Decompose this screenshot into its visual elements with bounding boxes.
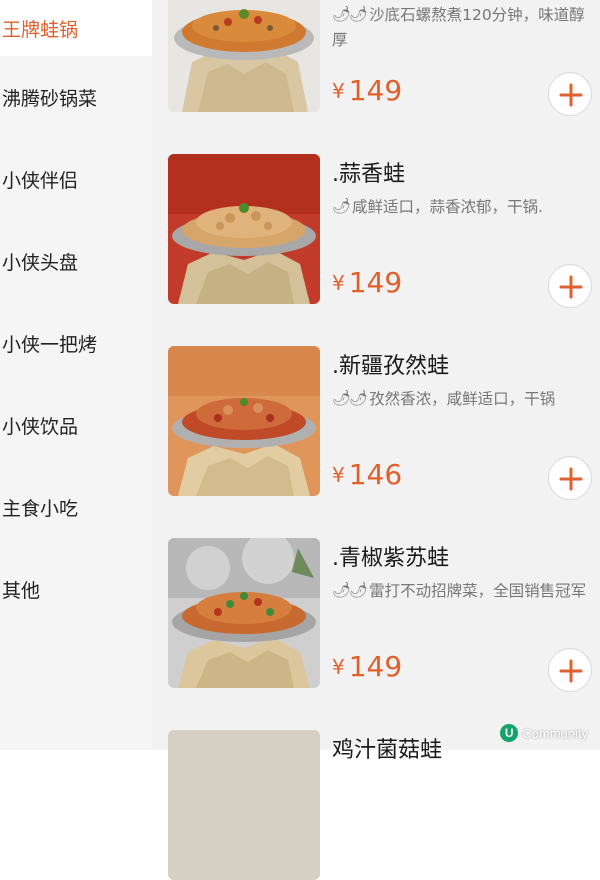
sidebar-item-appetizers[interactable]: 小侠头盘 (0, 220, 152, 302)
add-to-cart-button[interactable] (548, 456, 592, 500)
chili-icon: 🌶 (332, 197, 351, 215)
dish-photo (168, 154, 320, 304)
category-sidebar: 王牌蛙锅 沸腾砂锅菜 小侠伴侣 小侠头盘 小侠一把烤 小侠饮品 主食小吃 其他 (0, 0, 152, 750)
dish-photo (168, 346, 320, 496)
menu-item[interactable]: .青椒紫苏蛙 🌶🌶 雷打不动招牌菜，全国销售冠军 ¥149 (152, 538, 600, 692)
menu-list: 🌶🌶 沙底石螺熬煮120分钟，味道醇厚 ¥149 .蒜香蛙 🌶 咸鲜适口，蒜香浓… (152, 0, 600, 880)
dish-description: 🌶🌶 雷打不动招牌菜，全国销售冠军 (332, 578, 590, 604)
sidebar-item-label: 小侠头盘 (2, 251, 79, 274)
dish-photo (168, 730, 320, 880)
sidebar-item-sizzling-casserole[interactable]: 沸腾砂锅菜 (0, 56, 152, 138)
plus-icon (559, 83, 583, 107)
sidebar-item-signature-frog-pot[interactable]: 王牌蛙锅 (0, 0, 152, 56)
dish-name: .新疆孜然蛙 (332, 354, 449, 379)
add-to-cart-button[interactable] (548, 72, 592, 116)
sidebar-item-grill[interactable]: 小侠一把烤 (0, 302, 152, 384)
community-logo-icon: U (500, 724, 519, 742)
dish-price: ¥146 (332, 458, 403, 491)
watermark: U Community (500, 724, 588, 742)
menu-item[interactable]: 🌶🌶 沙底石螺熬煮120分钟，味道醇厚 ¥149 (152, 0, 600, 116)
dish-photo (168, 538, 320, 688)
sidebar-item-staples-snacks[interactable]: 主食小吃 (0, 466, 152, 548)
chili-icon: 🌶🌶 (332, 581, 368, 599)
sidebar-item-others[interactable]: 其他 (0, 548, 152, 630)
add-to-cart-button[interactable] (548, 264, 592, 308)
sidebar-item-companions[interactable]: 小侠伴侣 (0, 138, 152, 220)
sidebar-item-label: 小侠一把烤 (2, 333, 98, 356)
sidebar-item-label: 小侠饮品 (2, 415, 79, 438)
chili-icon: 🌶🌶 (332, 5, 368, 23)
dish-description: 🌶🌶 沙底石螺熬煮120分钟，味道醇厚 (332, 2, 590, 53)
dish-price: ¥149 (332, 650, 403, 683)
dish-name: .蒜香蛙 (332, 162, 405, 187)
dish-description: 🌶🌶 孜然香浓，咸鲜适口，干锅 (332, 386, 590, 412)
chili-icon: 🌶🌶 (332, 389, 368, 407)
sidebar-item-label: 其他 (2, 579, 41, 602)
add-to-cart-button[interactable] (548, 648, 592, 692)
menu-item[interactable]: .新疆孜然蛙 🌶🌶 孜然香浓，咸鲜适口，干锅 ¥146 (152, 346, 600, 500)
dish-description: 🌶 咸鲜适口，蒜香浓郁，干锅. (332, 194, 590, 220)
plus-icon (559, 467, 583, 491)
dish-price: ¥149 (332, 74, 403, 107)
plus-icon (559, 659, 583, 683)
dish-photo (168, 0, 320, 112)
sidebar-item-label: 主食小吃 (2, 497, 79, 520)
sidebar-item-label: 沸腾砂锅菜 (2, 87, 98, 110)
sidebar-item-label: 小侠伴侣 (2, 169, 79, 192)
dish-price: ¥149 (332, 266, 403, 299)
sidebar-item-drinks[interactable]: 小侠饮品 (0, 384, 152, 466)
menu-item[interactable]: .蒜香蛙 🌶 咸鲜适口，蒜香浓郁，干锅. ¥149 (152, 154, 600, 308)
watermark-text: Community (522, 725, 588, 741)
sidebar-item-label: 王牌蛙锅 (2, 18, 79, 41)
dish-name: 鸡汁菌菇蛙 (332, 738, 443, 763)
menu-item[interactable]: 鸡汁菌菇蛙 (152, 730, 600, 880)
dish-name: .青椒紫苏蛙 (332, 546, 449, 571)
plus-icon (559, 275, 583, 299)
